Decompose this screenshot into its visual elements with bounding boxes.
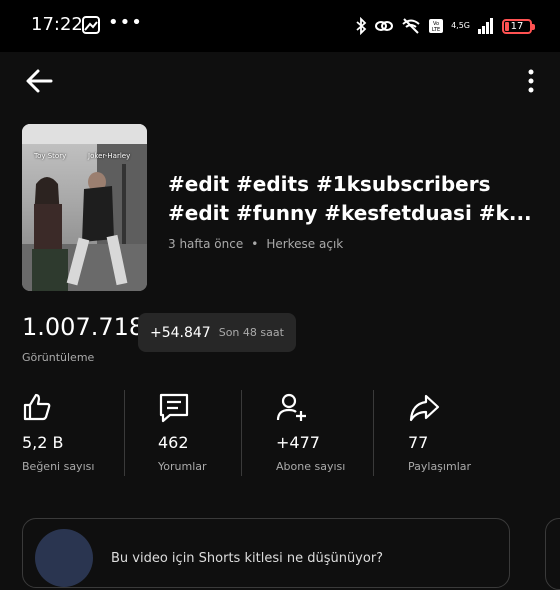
views-delta-value: +54.847: [150, 324, 211, 341]
stat-shares[interactable]: 77 Paylaşımlar: [408, 388, 518, 483]
video-thumbnail[interactable]: Toy Story Joker-Harley: [22, 124, 147, 291]
next-card[interactable]: [545, 518, 560, 590]
comment-icon: [159, 393, 189, 423]
subscribers-label: Abone sayısı: [276, 460, 346, 473]
stats-divider: [373, 390, 374, 476]
svg-text:LTE: LTE: [432, 27, 440, 33]
view-count-label: Görüntüleme: [22, 351, 95, 364]
battery-level: 17: [510, 20, 524, 32]
stat-comments[interactable]: 462 Yorumlar: [158, 388, 268, 483]
wifi-off-icon: [402, 18, 420, 34]
likes-value: 5,2 B: [22, 433, 64, 452]
video-age: 3 hafta önce: [168, 237, 244, 251]
view-count: 1.007.718: [22, 313, 145, 341]
stats-divider: [241, 390, 242, 476]
audience-card[interactable]: Bu video için Shorts kitlesi ne düşünüyo…: [22, 518, 510, 588]
add-person-icon: [276, 393, 306, 421]
subscribers-value: +477: [276, 433, 320, 452]
status-bar: 17:22 ••• Vo LTE 4,5G 17: [0, 0, 560, 52]
thumbs-up-icon: [23, 393, 51, 421]
views-delta-chip: +54.847 Son 48 saat: [138, 313, 296, 352]
bluetooth-icon: [356, 17, 367, 35]
video-meta: 3 hafta önce • Herkese açık: [168, 237, 343, 251]
card-text: Bu video için Shorts kitlesi ne düşünüyo…: [111, 551, 384, 566]
kebab-menu-icon: [528, 69, 534, 93]
comments-label: Yorumlar: [158, 460, 207, 473]
video-title-line-2: #edit #funny #kesfetduasi #k...: [168, 201, 532, 225]
shares-label: Paylaşımlar: [408, 460, 472, 473]
meta-separator: •: [251, 237, 259, 251]
more-options-button[interactable]: [526, 68, 536, 94]
shares-value: 77: [408, 433, 429, 452]
video-visibility: Herkese açık: [266, 237, 344, 251]
volte-icon: VoLTE: [429, 19, 444, 33]
signal-icon: [478, 18, 493, 34]
views-delta-period: Son 48 saat: [218, 326, 284, 339]
more-notifications-icon: •••: [108, 12, 143, 33]
share-icon: [409, 394, 440, 422]
link-icon: [375, 21, 394, 31]
stats-divider: [124, 390, 125, 476]
video-title: #edit #edits #1ksubscribers #edit #funny…: [168, 170, 538, 228]
status-icons: Vo LTE 4,5G 17: [355, 15, 535, 37]
thumbnail-label-right: Joker-Harley: [88, 152, 131, 160]
stat-subscribers[interactable]: +477 Abone sayısı: [276, 388, 386, 483]
status-time: 17:22: [31, 14, 83, 35]
arrow-left-icon: [26, 69, 53, 93]
stats-row: 5,2 B Beğeni sayısı 462 Yorumlar +477 Ab…: [0, 388, 560, 483]
battery-icon: 17: [502, 18, 535, 34]
card-icon: [35, 529, 93, 587]
video-title-line-1: #edit #edits #1ksubscribers: [168, 172, 491, 196]
likes-label: Beğeni sayısı: [22, 460, 95, 473]
thumbnail-label-left: Toy Story: [34, 152, 67, 160]
thumbnail-image: [22, 124, 147, 291]
gallery-notification-icon: [82, 16, 100, 34]
stat-likes[interactable]: 5,2 B Beğeni sayısı: [22, 388, 132, 483]
back-button[interactable]: [24, 66, 54, 96]
comments-value: 462: [158, 433, 189, 452]
network-type: 4,5G: [451, 21, 470, 30]
